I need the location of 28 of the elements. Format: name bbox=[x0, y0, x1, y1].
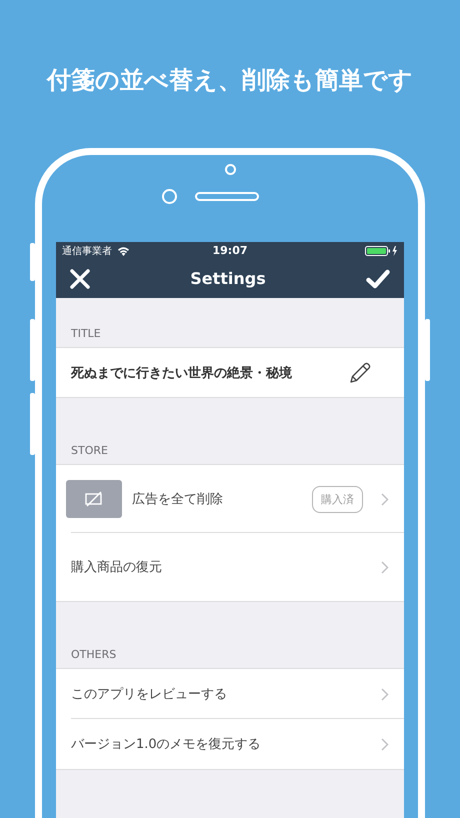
product-name: 広告を全て削除 bbox=[132, 491, 224, 508]
section-header: OTHERS bbox=[71, 648, 116, 661]
wifi-icon bbox=[117, 246, 130, 256]
menu-item[interactable]: バージョン1.0のメモを復元する bbox=[56, 719, 404, 769]
title-text: 死ぬまでに行きたい世界の絶景・秘境 bbox=[71, 364, 292, 382]
speaker-icon bbox=[194, 192, 258, 201]
battery-icon bbox=[365, 246, 399, 256]
chevron-icon bbox=[381, 688, 389, 700]
product-row[interactable]: 広告を全て削除 購入済 bbox=[56, 465, 404, 533]
chevron-icon bbox=[381, 738, 389, 750]
sensor-icon bbox=[224, 164, 236, 175]
title-row[interactable]: 死ぬまでに行きたい世界の絶景・秘境 bbox=[56, 348, 404, 397]
menu-item[interactable]: このアプリをレビューする bbox=[56, 669, 404, 719]
section-header: STORE bbox=[71, 444, 108, 457]
chevron-icon bbox=[381, 560, 389, 574]
camera-icon bbox=[162, 189, 176, 204]
pencil-icon[interactable] bbox=[348, 360, 372, 384]
menu-item[interactable]: 購入商品の復元 bbox=[56, 533, 404, 601]
nav-title: Settings bbox=[190, 269, 266, 288]
chevron-icon bbox=[381, 492, 389, 506]
purchased-badge: 購入済 bbox=[312, 486, 363, 512]
close-icon[interactable] bbox=[70, 268, 90, 288]
status-time: 19:07 bbox=[212, 244, 248, 257]
checkmark-icon[interactable] bbox=[366, 268, 390, 288]
headline: 付箋の並べ替え、削除も簡単です bbox=[47, 65, 413, 96]
section-header: TITLE bbox=[71, 327, 101, 340]
no-ads-thumbnail bbox=[66, 480, 122, 518]
carrier-name: 通信事業者 bbox=[62, 244, 112, 258]
